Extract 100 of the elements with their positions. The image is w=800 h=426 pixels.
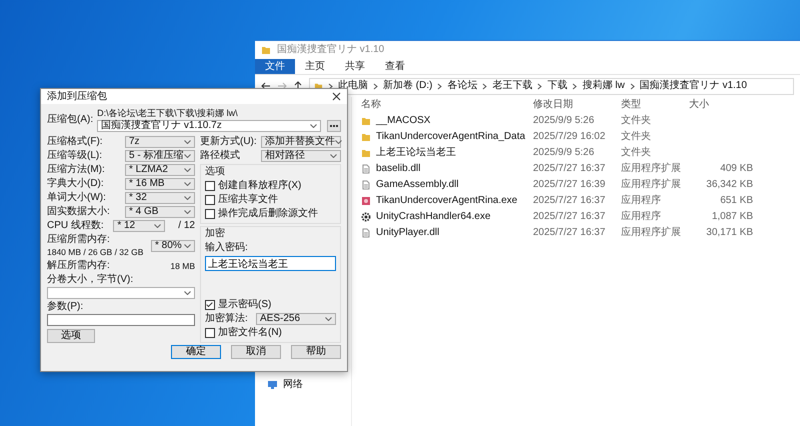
options-button[interactable]: 选项 (47, 329, 95, 343)
checkbox-label[interactable]: 加密文件名(N) (218, 327, 282, 339)
checkbox[interactable] (205, 300, 215, 310)
dropdown[interactable]: 5 - 标准压缩 (125, 150, 195, 162)
dropdown[interactable]: 相对路径 (261, 150, 341, 162)
file-type: 应用程序 (621, 195, 662, 207)
chevron-icon (630, 82, 635, 90)
checkbox-label[interactable]: 创建自释放程序(X) (218, 180, 302, 192)
column-header[interactable]: 大小 (685, 99, 757, 111)
caret-icon (325, 317, 332, 321)
caret-icon (184, 196, 191, 200)
field-label: 分卷大小，字节(V): (47, 274, 134, 286)
archive-name-field[interactable]: 国痴漢捜査官リナ v1.10.7z (97, 120, 321, 132)
forward-arrow-icon[interactable] (277, 81, 287, 91)
chevron-icon (537, 82, 542, 90)
group-title: 选项 (205, 166, 226, 178)
input-field[interactable] (47, 314, 195, 326)
field-label: 单词大小(W): (47, 192, 106, 204)
modified-date: 2025/7/27 16:37 (533, 227, 606, 239)
browse-button[interactable] (327, 120, 341, 132)
file-type: 应用程序扩展 (621, 179, 682, 191)
field-label: 输入密码: (205, 242, 249, 254)
thread-total: / 12 (177, 220, 195, 232)
nav-item[interactable]: 网络 (283, 379, 303, 391)
breadcrumb-item[interactable]: 新加卷 (D:) (383, 80, 432, 92)
checkbox-label[interactable]: 操作完成后删除源文件 (218, 208, 318, 220)
password-field[interactable]: 上老王论坛当老王 (205, 256, 336, 271)
column-header[interactable]: 修改日期 (533, 99, 621, 111)
field-label: 压缩方法(M): (47, 164, 105, 176)
folder-icon (261, 45, 271, 55)
caret-icon (330, 154, 337, 158)
dropdown[interactable]: * 4 GB (125, 206, 195, 218)
dropdown[interactable]: * 32 (125, 192, 195, 204)
ribbon-tab[interactable]: 主页 (295, 59, 335, 74)
breadcrumb-item[interactable]: 老王下载 (492, 80, 532, 92)
checkbox[interactable] (205, 195, 215, 205)
caret-icon (184, 291, 191, 295)
field-label: CPU 线程数: (47, 220, 104, 232)
checkbox-label[interactable]: 显示密码(S) (218, 299, 272, 311)
breadcrumb-item[interactable]: 各论坛 (447, 80, 478, 92)
checkbox[interactable] (205, 328, 215, 338)
file-type: 应用程序扩展 (621, 227, 682, 239)
breadcrumb-item[interactable]: 国痴漢捜査官リナ v1.10 (640, 80, 747, 92)
file-name[interactable]: baselib.dll (376, 163, 420, 175)
back-arrow-icon[interactable] (261, 81, 271, 91)
checkbox[interactable] (205, 181, 215, 191)
field-label: 解压所需内存: (47, 260, 110, 272)
file-size: 409 KB (720, 163, 753, 175)
close-icon[interactable] (332, 92, 341, 101)
app-icon (361, 196, 371, 206)
field-label: 固实数据大小: (47, 206, 110, 218)
chevron-icon (572, 82, 578, 90)
file-type: 应用程序 (621, 211, 662, 223)
file-name[interactable]: UnityCrashHandler64.exe (376, 211, 491, 223)
dropdown[interactable]: * 16 MB (125, 178, 195, 190)
dropdown[interactable]: 7z (125, 136, 195, 148)
caret-icon (335, 140, 342, 144)
checkbox[interactable] (205, 209, 215, 219)
dialog-button[interactable]: 取消 (231, 345, 281, 359)
dialog-button[interactable]: 帮助 (291, 345, 341, 359)
caret-icon (310, 124, 317, 128)
dropdown[interactable]: * 12 (113, 220, 166, 232)
file-type: 文件夹 (621, 147, 652, 159)
memory-usage: 1840 MB / 26 GB / 32 GB (47, 246, 144, 258)
file-name[interactable]: UnityPlayer.dll (376, 227, 440, 239)
file-size: 1,087 KB (712, 211, 753, 223)
archive-path: D:\各论坛\老王下载\下载\搜莉娜 lw\ (97, 107, 239, 119)
dropdown[interactable]: 添加并替换文件 (261, 136, 341, 148)
modified-date: 2025/7/27 16:37 (533, 211, 606, 223)
chevron-icon (482, 82, 488, 90)
breadcrumb-item[interactable]: 下载 (547, 80, 568, 92)
file-name[interactable]: 上老王论坛当老王 (376, 147, 456, 159)
file-size: 651 KB (720, 195, 753, 207)
field-label: 压缩等级(L): (47, 150, 102, 162)
dropdown[interactable]: AES-256 (256, 313, 336, 325)
dropdown[interactable]: * 80% (151, 240, 195, 252)
caret-icon (184, 210, 191, 214)
file-type: 应用程序扩展 (621, 163, 682, 175)
column-header[interactable]: 名称 (356, 99, 533, 111)
file-icon (361, 164, 371, 174)
ribbon-tab[interactable]: 查看 (375, 59, 415, 74)
network-icon[interactable] (267, 380, 278, 390)
field-label: 字典大小(D): (47, 178, 104, 190)
file-name[interactable]: TikanUndercoverAgentRina_Data (376, 131, 526, 143)
ribbon-tab[interactable]: 文件 (255, 59, 295, 74)
dialog-button[interactable]: 确定 (171, 345, 221, 359)
dropdown[interactable]: * LZMA2 (125, 164, 195, 176)
window-title: 国痴漢捜査官リナ v1.10 (277, 44, 384, 56)
up-arrow-icon[interactable] (293, 81, 303, 91)
file-size: 30,171 KB (706, 227, 753, 239)
ribbon-tab[interactable]: 共享 (335, 59, 375, 74)
breadcrumb-item[interactable]: 搜莉娜 lw (582, 80, 625, 92)
caret-icon (154, 224, 162, 228)
checkbox-label[interactable]: 压缩共享文件 (218, 194, 278, 206)
file-name[interactable]: __MACOSX (376, 115, 430, 127)
column-header[interactable]: 类型 (621, 99, 685, 111)
file-name[interactable]: TikanUndercoverAgentRina.exe (376, 195, 518, 207)
field-label: 压缩包(A): (47, 114, 94, 126)
file-name[interactable]: GameAssembly.dll (376, 179, 459, 191)
file-icon (361, 228, 371, 238)
